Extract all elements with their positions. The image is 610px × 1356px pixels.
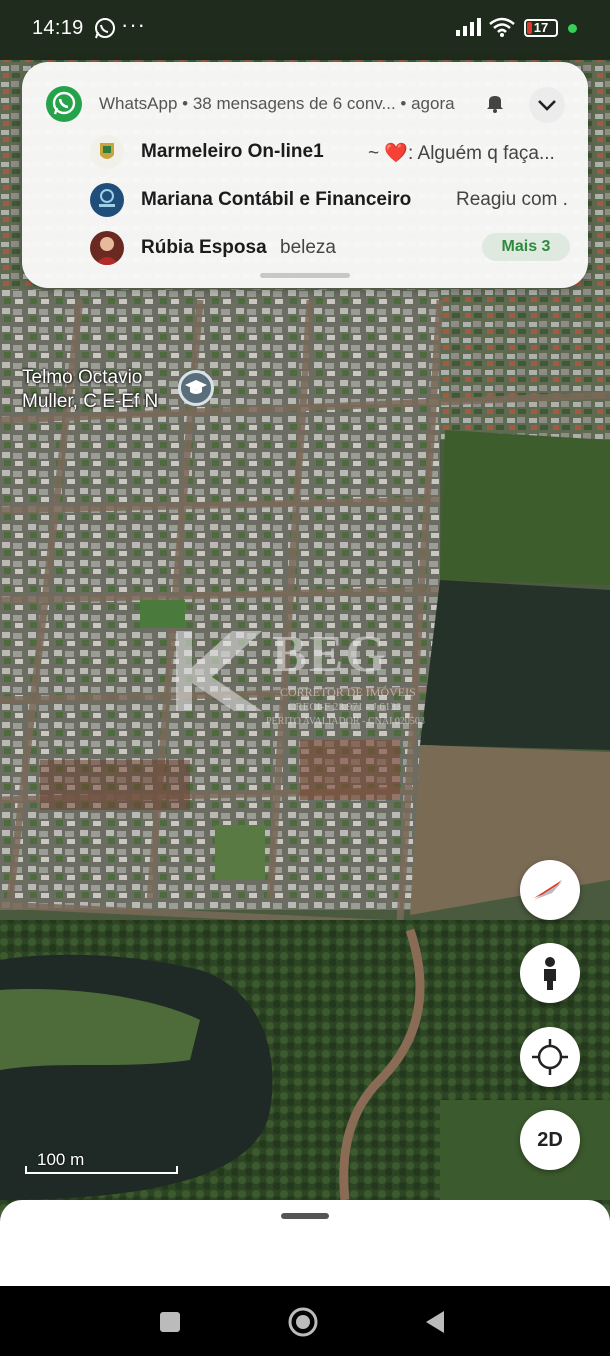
notification-header: WhatsApp • 38 mensagens de 6 conv... • a… xyxy=(99,94,455,113)
wifi-icon xyxy=(488,17,516,42)
status-bar: 14:19 ··· 17 xyxy=(0,0,610,58)
message-text: Reagiu com ... xyxy=(456,189,568,210)
notification-drag-handle[interactable] xyxy=(260,273,350,278)
chevron-down-icon xyxy=(538,100,556,111)
message-text: ~ ❤️: Alguém q faça... xyxy=(368,143,555,164)
watermark-line2: CRECI-F 28.971 - J 6133 xyxy=(288,701,402,713)
battery-level: 17 xyxy=(533,20,549,35)
back-button[interactable] xyxy=(416,1302,456,1342)
watermark-line3: PERITO AVALIADOR - CNAI 020503 xyxy=(266,716,425,727)
scale-bar xyxy=(25,1166,178,1174)
school-pin-icon[interactable] xyxy=(178,370,214,406)
triangle-back-icon xyxy=(426,1311,444,1333)
bottom-sheet[interactable] xyxy=(0,1200,610,1286)
avatar xyxy=(90,135,124,169)
watermark-logo xyxy=(172,627,267,711)
system-nav-bar xyxy=(0,1286,610,1356)
watermark-brand: BEG xyxy=(272,626,388,683)
message-sender: Marmeleiro On-line1 xyxy=(141,141,324,162)
bell-icon xyxy=(486,93,504,118)
recents-button[interactable] xyxy=(150,1302,190,1342)
watermark-line1: CORRETOR DE IMÓVEIS xyxy=(280,685,416,699)
message-sender: Mariana Contábil e Financeiro xyxy=(141,189,412,210)
notification-message[interactable]: Marmeleiro On-line1 ~ ❤️: Alguém q faça.… xyxy=(90,135,570,171)
watermark: BEG CORRETOR DE IMÓVEIS CRECI-F 28.971 -… xyxy=(172,625,442,735)
poi-label[interactable]: Telmo Octavio Muller, C E-Ef N xyxy=(22,366,158,414)
pegman-icon xyxy=(544,957,556,990)
home-button[interactable] xyxy=(283,1302,323,1342)
my-location-button[interactable] xyxy=(520,1027,580,1087)
whatsapp-app-icon xyxy=(46,86,82,122)
privacy-indicator-icon xyxy=(568,24,577,33)
toggle-2d-button[interactable]: 2D xyxy=(520,1110,580,1170)
map-scale: 100 m xyxy=(25,1150,178,1174)
avatar xyxy=(90,183,124,217)
street-view-button[interactable] xyxy=(520,943,580,1003)
signal-icon xyxy=(456,18,482,41)
message-text: beleza xyxy=(280,237,336,258)
sheet-drag-handle[interactable] xyxy=(281,1213,329,1219)
message-sender: Rúbia Esposa xyxy=(141,237,267,258)
avatar xyxy=(90,231,124,265)
more-messages-badge[interactable]: Mais 3 xyxy=(482,233,570,261)
notification-message[interactable]: Mariana Contábil e Financeiro Reagiu com… xyxy=(90,183,570,219)
square-icon xyxy=(160,1312,180,1332)
compass-icon xyxy=(534,880,562,900)
more-notifications-icon: ··· xyxy=(121,12,146,37)
battery-icon: 17 xyxy=(524,19,558,37)
circle-icon xyxy=(288,1307,318,1337)
whatsapp-status-icon xyxy=(93,16,117,40)
whatsapp-notification[interactable]: WhatsApp • 38 mensagens de 6 conv... • a… xyxy=(22,62,588,288)
crosshair-icon xyxy=(532,1039,568,1075)
collapse-notification-button[interactable] xyxy=(529,87,565,123)
compass-button[interactable] xyxy=(520,860,580,920)
status-time: 14:19 xyxy=(32,17,84,39)
